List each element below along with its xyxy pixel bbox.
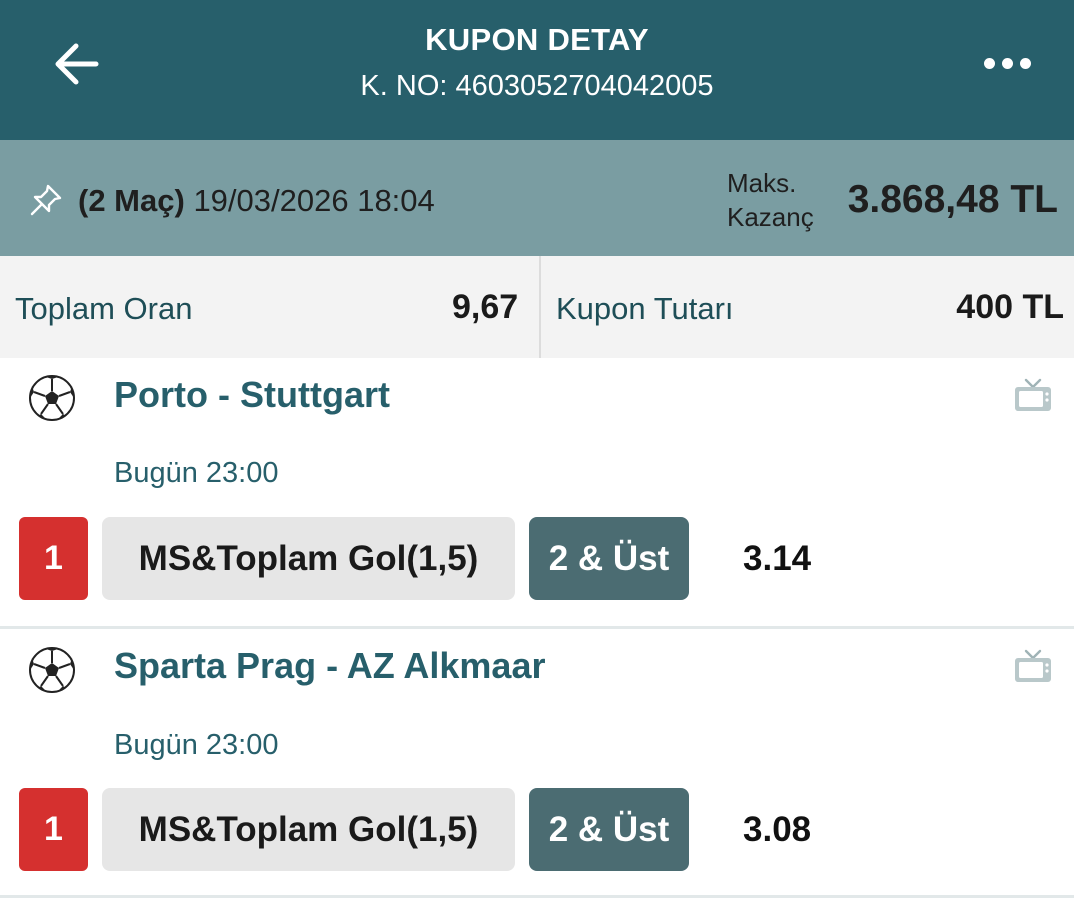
total-odds-label: Toplam Oran bbox=[15, 291, 193, 326]
tv-icon[interactable] bbox=[1013, 378, 1053, 414]
soccer-ball-icon bbox=[29, 647, 75, 693]
match-time: Bugün 23:00 bbox=[114, 729, 279, 761]
stake-value: 400 TL bbox=[956, 288, 1064, 326]
coupon-number: K. NO: 4603052704042005 bbox=[360, 70, 714, 102]
selection-code-badge: 1 bbox=[19, 788, 88, 871]
coupon-datetime: 19/03/2026 18:04 bbox=[193, 183, 435, 218]
match-teams[interactable]: Porto - Stuttgart bbox=[114, 374, 390, 416]
selection-code-badge: 1 bbox=[19, 517, 88, 600]
match-teams[interactable]: Sparta Prag - AZ Alkmaar bbox=[114, 645, 545, 687]
total-odds-value: 9,67 bbox=[452, 288, 519, 326]
page-title: KUPON DETAY bbox=[425, 22, 649, 57]
soccer-ball-icon bbox=[29, 375, 75, 421]
market-name: MS&Toplam Gol(1,5) bbox=[102, 788, 515, 871]
pick-badge: 2 & Üst bbox=[529, 517, 689, 600]
more-dots-icon bbox=[983, 57, 995, 69]
match-time: Bugün 23:00 bbox=[114, 457, 279, 489]
match-separator bbox=[0, 626, 1074, 629]
max-win-label: Maks. Kazanç bbox=[727, 168, 814, 232]
more-options-button[interactable] bbox=[978, 46, 1036, 80]
stake-label: Kupon Tutarı bbox=[556, 291, 734, 326]
app-header: KUPON DETAY K. NO: 4603052704042005 bbox=[0, 0, 1074, 140]
pin-icon[interactable] bbox=[28, 182, 64, 218]
totals-divider bbox=[539, 256, 541, 358]
coupon-date-info: (2 Maç) 19/03/2026 18:04 bbox=[78, 183, 435, 219]
market-name: MS&Toplam Gol(1,5) bbox=[102, 517, 515, 600]
tv-icon[interactable] bbox=[1013, 649, 1053, 685]
max-win-value: 3.868,48 TL bbox=[847, 178, 1058, 221]
odds-value: 3.14 bbox=[743, 539, 812, 578]
odds-value: 3.08 bbox=[743, 810, 812, 849]
match-count: (2 Maç) bbox=[78, 183, 185, 218]
pick-badge: 2 & Üst bbox=[529, 788, 689, 871]
